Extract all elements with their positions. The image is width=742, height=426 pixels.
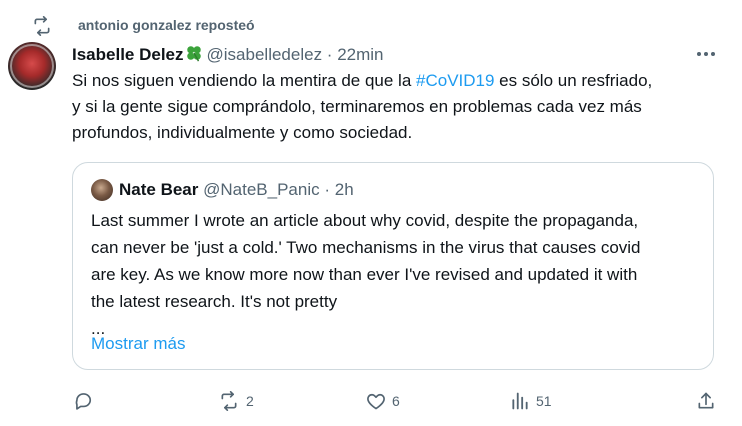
- tweet-header: Isabelle Delez @isabelledelez · 22min: [72, 44, 384, 66]
- reply-button[interactable]: [74, 386, 100, 416]
- share-button[interactable]: [696, 386, 716, 416]
- author-handle[interactable]: @isabelledelez: [207, 45, 323, 64]
- quoted-author-handle: @NateB_Panic: [203, 180, 320, 199]
- tweet-text-line: profundos, individualmente y como socied…: [72, 123, 413, 142]
- quoted-text-line: Last summer I wrote an article about why…: [91, 211, 639, 230]
- quoted-text-line: are key. As we know more now than ever I…: [91, 265, 638, 284]
- tweet-time[interactable]: 22min: [337, 45, 383, 64]
- heart-icon: [366, 391, 386, 411]
- repost-icon: [32, 15, 52, 37]
- author-avatar[interactable]: [8, 42, 56, 90]
- quoted-text-line: can never be 'just a cold.' Two mechanis…: [91, 238, 641, 257]
- quoted-tweet-card[interactable]: Nate Bear @NateB_Panic · 2h Last summer …: [72, 162, 714, 370]
- quoted-author-avatar: [91, 179, 113, 201]
- quoted-tweet-time: 2h: [334, 180, 354, 199]
- more-options-icon[interactable]: [694, 44, 718, 64]
- quoted-text-line: the latest research. It's not pretty: [91, 292, 338, 311]
- views-button[interactable]: 51: [510, 386, 552, 416]
- tweet-text: Si nos siguen vendiendo la mentira de qu…: [72, 68, 732, 146]
- tweet-text-line: Si nos siguen vendiendo la mentira de qu…: [72, 71, 653, 90]
- share-icon: [696, 391, 716, 411]
- quoted-author-name: Nate Bear: [119, 180, 199, 199]
- quoted-tweet-header: Nate Bear @NateB_Panic · 2h: [119, 180, 354, 200]
- repost-button[interactable]: 2: [218, 386, 254, 416]
- header-separator: ·: [326, 45, 333, 64]
- views-count: 51: [536, 393, 552, 409]
- quoted-header-separator: ·: [324, 180, 331, 199]
- action-bar: 2 6 51: [0, 386, 742, 416]
- like-count: 6: [392, 393, 400, 409]
- author-name[interactable]: Isabelle Delez: [72, 45, 184, 64]
- views-icon: [510, 391, 530, 411]
- repost-count: 2: [246, 393, 254, 409]
- four-leaf-clover-icon: [185, 44, 203, 67]
- like-button[interactable]: 6: [366, 386, 400, 416]
- tweet-text-line: y si la gente sigue comprándolo, termina…: [72, 97, 642, 116]
- reposter-link[interactable]: antonio gonzalez reposteó: [78, 17, 255, 33]
- hashtag-link[interactable]: #CoVID19: [416, 71, 494, 90]
- show-more-link[interactable]: Mostrar más: [91, 334, 185, 354]
- reply-icon: [74, 391, 94, 411]
- repost-bar: antonio gonzalez reposteó: [0, 14, 742, 38]
- quoted-tweet-text: Last summer I wrote an article about why…: [91, 207, 701, 342]
- repost-icon: [218, 391, 240, 411]
